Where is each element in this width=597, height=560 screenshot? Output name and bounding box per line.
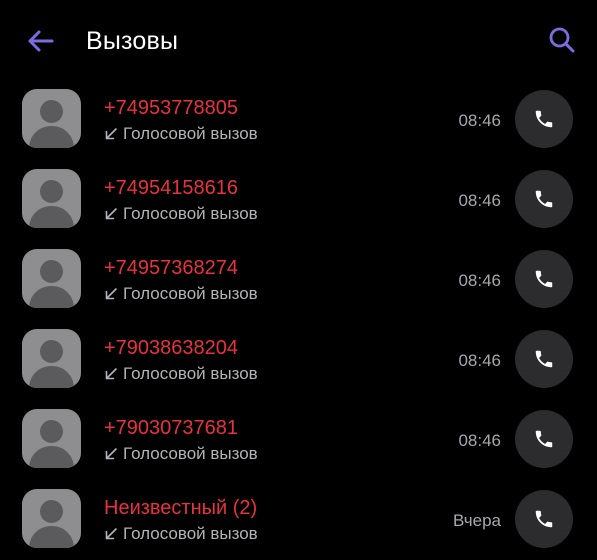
caller-name: +74954158616 <box>104 177 239 199</box>
call-log-row[interactable]: +79030737681 Голосовой вызов 08:46 <box>0 400 597 480</box>
call-type: Голосовой вызов <box>104 283 258 305</box>
call-type: Голосовой вызов <box>104 523 258 545</box>
avatar <box>22 329 81 388</box>
caller-name: +74953778805 <box>104 97 239 119</box>
incoming-arrow-icon <box>105 448 117 460</box>
call-back-button[interactable] <box>515 170 573 228</box>
call-log-row[interactable]: +74957368274 Голосовой вызов 08:46 <box>0 240 597 320</box>
back-button[interactable] <box>20 21 60 61</box>
call-type: Голосовой вызов <box>104 203 258 225</box>
call-time: 08:46 <box>458 351 501 370</box>
call-type-label: Голосовой вызов <box>123 204 258 223</box>
call-type-label: Голосовой вызов <box>123 124 258 143</box>
call-log-row[interactable]: +79038638204 Голосовой вызов 08:46 <box>0 320 597 400</box>
app-header: Вызовы <box>0 0 597 80</box>
call-back-button[interactable] <box>515 90 573 148</box>
avatar <box>22 249 81 308</box>
call-time: 08:46 <box>458 271 501 290</box>
phone-icon <box>535 430 553 448</box>
caller-name: +79030737681 <box>104 417 239 439</box>
arrow-left-icon <box>28 30 54 52</box>
call-back-button[interactable] <box>515 410 573 468</box>
call-time: 08:46 <box>458 431 501 450</box>
call-log-row[interactable]: Неизвестный (2) Голосовой вызов Вчера <box>0 480 597 560</box>
incoming-arrow-icon <box>105 368 117 380</box>
caller-name: Неизвестный (2) <box>104 497 258 519</box>
avatar <box>22 409 81 468</box>
caller-name: +79038638204 <box>104 337 239 359</box>
call-log-list: +74953778805 Голосовой вызов 08:46 +7495… <box>0 80 597 560</box>
phone-icon <box>535 270 553 288</box>
call-type-label: Голосовой вызов <box>123 444 258 463</box>
call-time: 08:46 <box>458 111 501 130</box>
avatar <box>22 489 81 548</box>
call-type: Голосовой вызов <box>104 123 258 145</box>
incoming-arrow-icon <box>105 128 117 140</box>
phone-icon <box>535 350 553 368</box>
call-back-button[interactable] <box>515 330 573 388</box>
call-type-label: Голосовой вызов <box>123 284 258 303</box>
call-type: Голосовой вызов <box>104 363 258 385</box>
call-type-label: Голосовой вызов <box>123 364 258 383</box>
avatar <box>22 89 81 148</box>
avatar <box>22 169 81 228</box>
incoming-arrow-icon <box>105 528 117 540</box>
caller-name: +74957368274 <box>104 257 239 279</box>
incoming-arrow-icon <box>105 288 117 300</box>
phone-icon <box>535 510 553 528</box>
call-type: Голосовой вызов <box>104 443 258 465</box>
call-time: 08:46 <box>458 191 501 210</box>
call-time: Вчера <box>453 511 501 530</box>
search-button[interactable] <box>540 18 584 62</box>
call-log-row[interactable]: +74954158616 Голосовой вызов 08:46 <box>0 160 597 240</box>
call-back-button[interactable] <box>515 250 573 308</box>
search-icon <box>549 27 575 53</box>
phone-icon <box>535 190 553 208</box>
phone-icon <box>535 110 553 128</box>
incoming-arrow-icon <box>105 208 117 220</box>
page-title: Вызовы <box>86 27 179 55</box>
call-log-row[interactable]: +74953778805 Голосовой вызов 08:46 <box>0 80 597 160</box>
call-back-button[interactable] <box>515 490 573 548</box>
call-type-label: Голосовой вызов <box>123 524 258 543</box>
